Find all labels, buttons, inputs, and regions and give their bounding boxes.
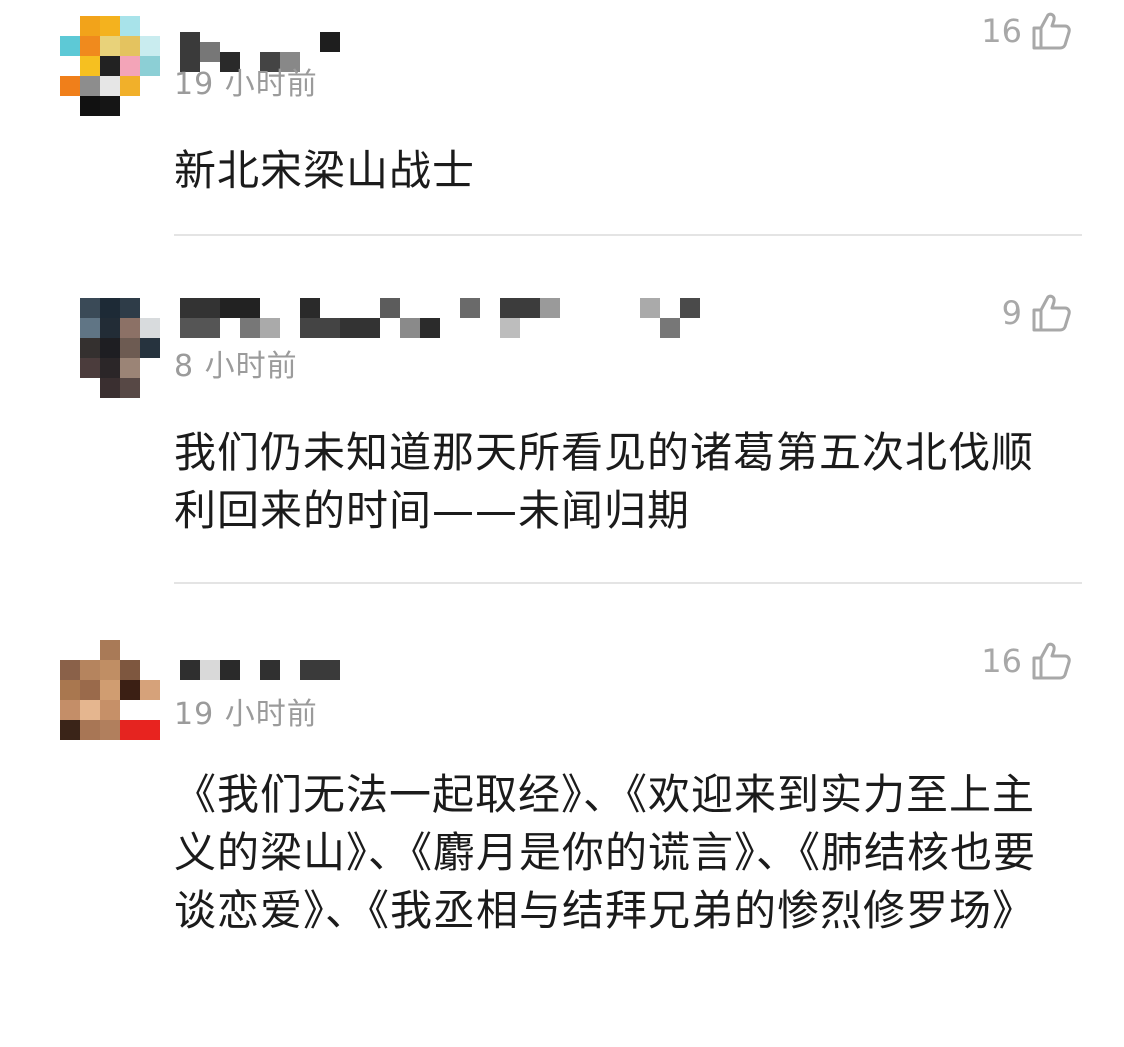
username-redacted[interactable] <box>178 16 343 72</box>
comment-text: 我们仍未知道那天所看见的诸葛第五次北伐顺利回来的时间——未闻归期 <box>174 428 1035 535</box>
user-avatar[interactable] <box>60 16 160 116</box>
comment-list: 19 小时前 16 新北宋梁山战士 8 小时前 9 我们仍未知道那天所看见的诸葛… <box>0 0 1124 1047</box>
user-avatar[interactable] <box>60 640 160 740</box>
comment-timestamp: 8 小时前 <box>174 349 298 384</box>
comment-timestamp: 19 小时前 <box>174 67 318 102</box>
username-redacted[interactable] <box>178 298 700 338</box>
like-count: 16 <box>981 12 1022 50</box>
comment-item: 19 小时前 16 《我们无法一起取经》、《欢迎来到实力至上主义的梁山》、《麝月… <box>0 584 1124 1047</box>
like-button[interactable]: 16 <box>981 6 1072 56</box>
like-count: 9 <box>1001 294 1022 332</box>
thumbs-up-icon <box>1032 12 1071 50</box>
comment-item: 8 小时前 9 我们仍未知道那天所看见的诸葛第五次北伐顺利回来的时间——未闻归期 <box>0 236 1124 584</box>
like-button[interactable]: 16 <box>981 636 1072 686</box>
comment-timestamp: 19 小时前 <box>174 697 318 732</box>
username-redacted[interactable] <box>178 640 343 680</box>
comment-text: 《我们无法一起取经》、《欢迎来到实力至上主义的梁山》、《麝月是你的谎言》、《肺结… <box>174 770 1037 935</box>
like-button[interactable]: 9 <box>1002 288 1072 338</box>
thumbs-up-icon <box>1032 294 1071 332</box>
comment-text: 新北宋梁山战士 <box>174 146 476 195</box>
user-avatar[interactable] <box>60 298 160 398</box>
like-count: 16 <box>981 642 1022 680</box>
comment-item: 19 小时前 16 新北宋梁山战士 <box>0 0 1124 236</box>
thumbs-up-icon <box>1032 642 1071 680</box>
